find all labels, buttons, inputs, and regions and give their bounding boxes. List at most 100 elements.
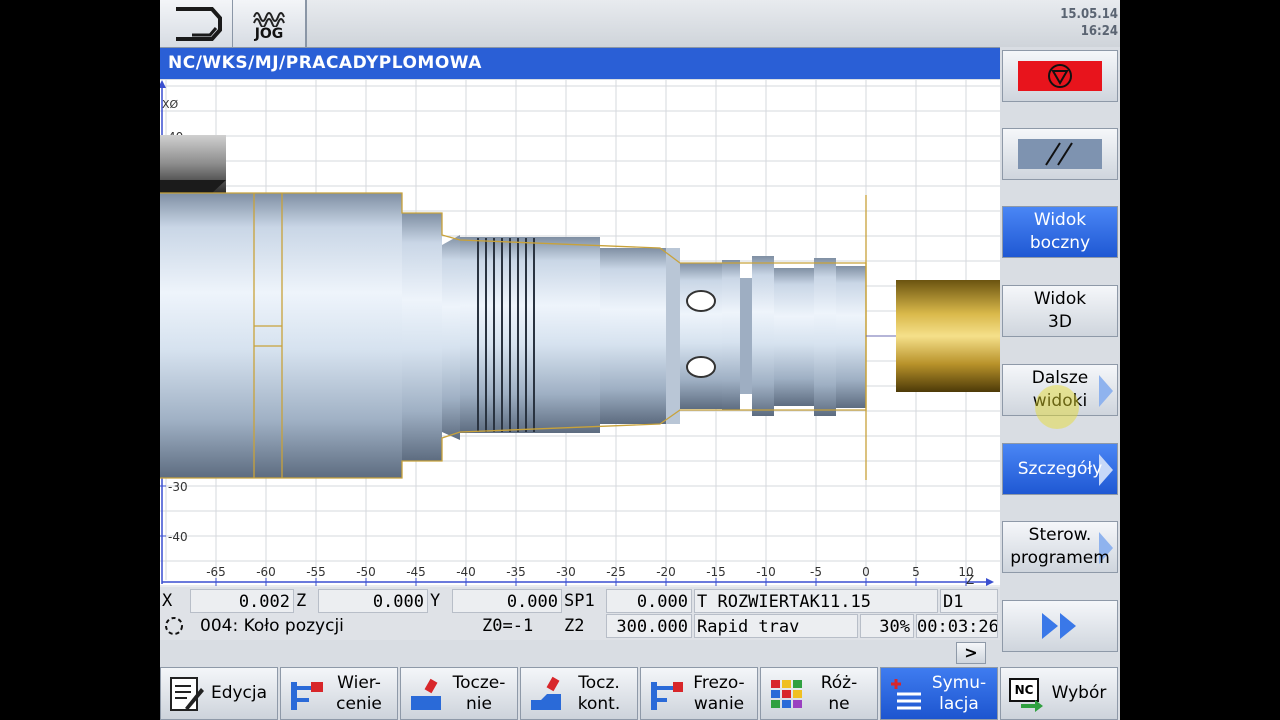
spindle-value: 0.000 [606,589,692,613]
side-view-label-1: Widok [1033,210,1087,230]
jog-wave-icon [253,11,285,27]
misc-softkey[interactable]: Róż-ne [760,667,878,720]
drilling-softkey[interactable]: Wier-cenie [280,667,398,720]
more-views-softkey[interactable]: Dalsze widoki [1002,364,1118,429]
select-softkey[interactable]: NC Wybór [1000,667,1118,720]
double-arrow-right-icon [1042,613,1076,639]
details-softkey[interactable]: Szczegóły [1002,443,1118,495]
block-search-icon [165,617,183,635]
milling-label-1: Frezo- [693,672,745,693]
simulation-label-2: lacja [939,693,979,714]
contour-turning-label-2: kont. [577,693,621,714]
tool-offset: D1 [940,589,998,613]
z2-label: Z2 [564,616,585,636]
misc-label-2: ne [828,693,850,714]
clock: 15.05.14 16:24 [1060,6,1118,40]
view-3d-label-2: 3D [1048,312,1072,332]
top-bar: JOG 15.05.14 16:24 [160,0,1120,48]
z0-value: Z0=-1 [482,616,534,636]
x-tick-label: -35 [506,565,526,579]
stop-softkey[interactable] [1002,50,1118,102]
x-tick-label: -45 [406,565,426,579]
x-axis-label: Z [966,573,974,587]
horizontal-softkey-bar: Edycja Wier-cenie Tocze-nie Tocz. kont. F… [160,667,1120,720]
misc-label-1: Róż- [820,672,858,693]
edit-label: Edycja [210,683,268,703]
z-value: 0.000 [318,589,428,613]
stop-circle-icon [1018,61,1102,91]
more-status-button[interactable]: > [956,642,986,664]
tool-name: T ROZWIERTAK11.15 [694,589,938,613]
drilling-label-2: cenie [336,693,382,714]
view-3d-softkey[interactable]: Widok 3D [1002,285,1118,337]
x-tick-label: -25 [606,565,626,579]
nc-select-icon: NC [1007,674,1045,714]
y-axis-arrow [160,80,166,88]
x-tick-label: -5 [810,565,822,579]
misc-grid-icon [767,674,805,714]
milling-label-2: wanie [693,693,745,714]
simulation-view[interactable]: -65 -60 -55 -50 -45 -40 -35 -30 -25 -20 -15 -10 -5 0 5… [160,80,1000,587]
chevron-right-icon [1099,375,1113,407]
feed-mode: Rapid trav [694,614,858,638]
edit-softkey[interactable]: Edycja [160,667,278,720]
double-slash-icon [1018,139,1102,169]
single-block-softkey[interactable] [1002,128,1118,180]
override-value: 30% [860,614,914,638]
status-strip: > [160,640,1000,666]
x-tick-label: 5 [912,565,920,579]
z2-value: 300.000 [606,614,692,638]
x-tick-label: -55 [306,565,326,579]
program-control-label-2: programem [1010,548,1110,568]
milling-softkey[interactable]: Frezo-wanie [640,667,758,720]
spindle-label: SP1 [564,591,595,611]
turning-label-2: nie [466,693,492,714]
forward-softkey[interactable] [1002,600,1118,652]
block-status-icon-cell [162,614,188,638]
side-view-softkey[interactable]: Widok boczny [1002,206,1118,258]
edit-notepad-icon [167,674,205,714]
date-text: 15.05.14 [1060,7,1118,22]
y-tick-label: -30 [168,480,188,494]
program-control-label-1: Sterow. [1028,525,1092,545]
cursor-highlight [1035,385,1079,429]
menu-back-button[interactable] [160,0,233,47]
x-tick-label: -60 [256,565,276,579]
milling-icon [647,674,685,714]
view-3d-label-1: Widok [1033,289,1087,309]
x-tick-label: -20 [656,565,676,579]
simulation-label-1: Symu- [931,672,987,693]
turning-label-1: Tocze- [452,672,506,693]
contour-turning-softkey[interactable]: Tocz. kont. [520,667,638,720]
y-axis-label: Y [430,591,441,611]
simulation-icon [887,674,925,714]
simulation-softkey[interactable]: Symu-lacja [880,667,998,720]
reamer-tool [896,280,1000,392]
side-view-label-2: boczny [1029,233,1091,253]
contour-turning-label-1: Tocz. [578,672,620,693]
details-label: Szczegóły [1017,458,1103,479]
current-block: 004: Koło pozycji [200,616,344,636]
turning-softkey[interactable]: Tocze-nie [400,667,518,720]
drilling-icon [287,674,325,714]
z-axis-label: Z [296,591,307,611]
drilling-label-1: Wier- [337,672,381,693]
mode-label: JOG [254,25,284,42]
jog-mode-button[interactable]: JOG [233,0,306,47]
y-tick-label: -40 [168,530,188,544]
x-axis-label: X [162,591,173,611]
menu-return-icon [176,6,222,41]
x-axis-arrow [986,578,994,586]
elapsed-time: 00:03:26 [916,614,998,638]
x-value: 0.002 [190,589,294,613]
program-control-softkey[interactable]: Sterow. programem [1002,521,1118,573]
simulation-canvas: -65 -60 -55 -50 -45 -40 -35 -30 -25 -20 -15 -10 -5 0 5… [160,80,1000,587]
status-panel: X 0.002 Z 0.000 Y 0.000 SP1 0.000 T ROZW… [160,587,1000,640]
turning-icon [407,674,445,714]
x-tick-label: -50 [356,565,376,579]
select-label: Wybór [1051,683,1107,703]
contour-turning-icon [527,674,565,714]
x-tick-label: -15 [706,565,726,579]
x-tick-label: -30 [556,565,576,579]
time-text: 16:24 [1080,24,1118,39]
